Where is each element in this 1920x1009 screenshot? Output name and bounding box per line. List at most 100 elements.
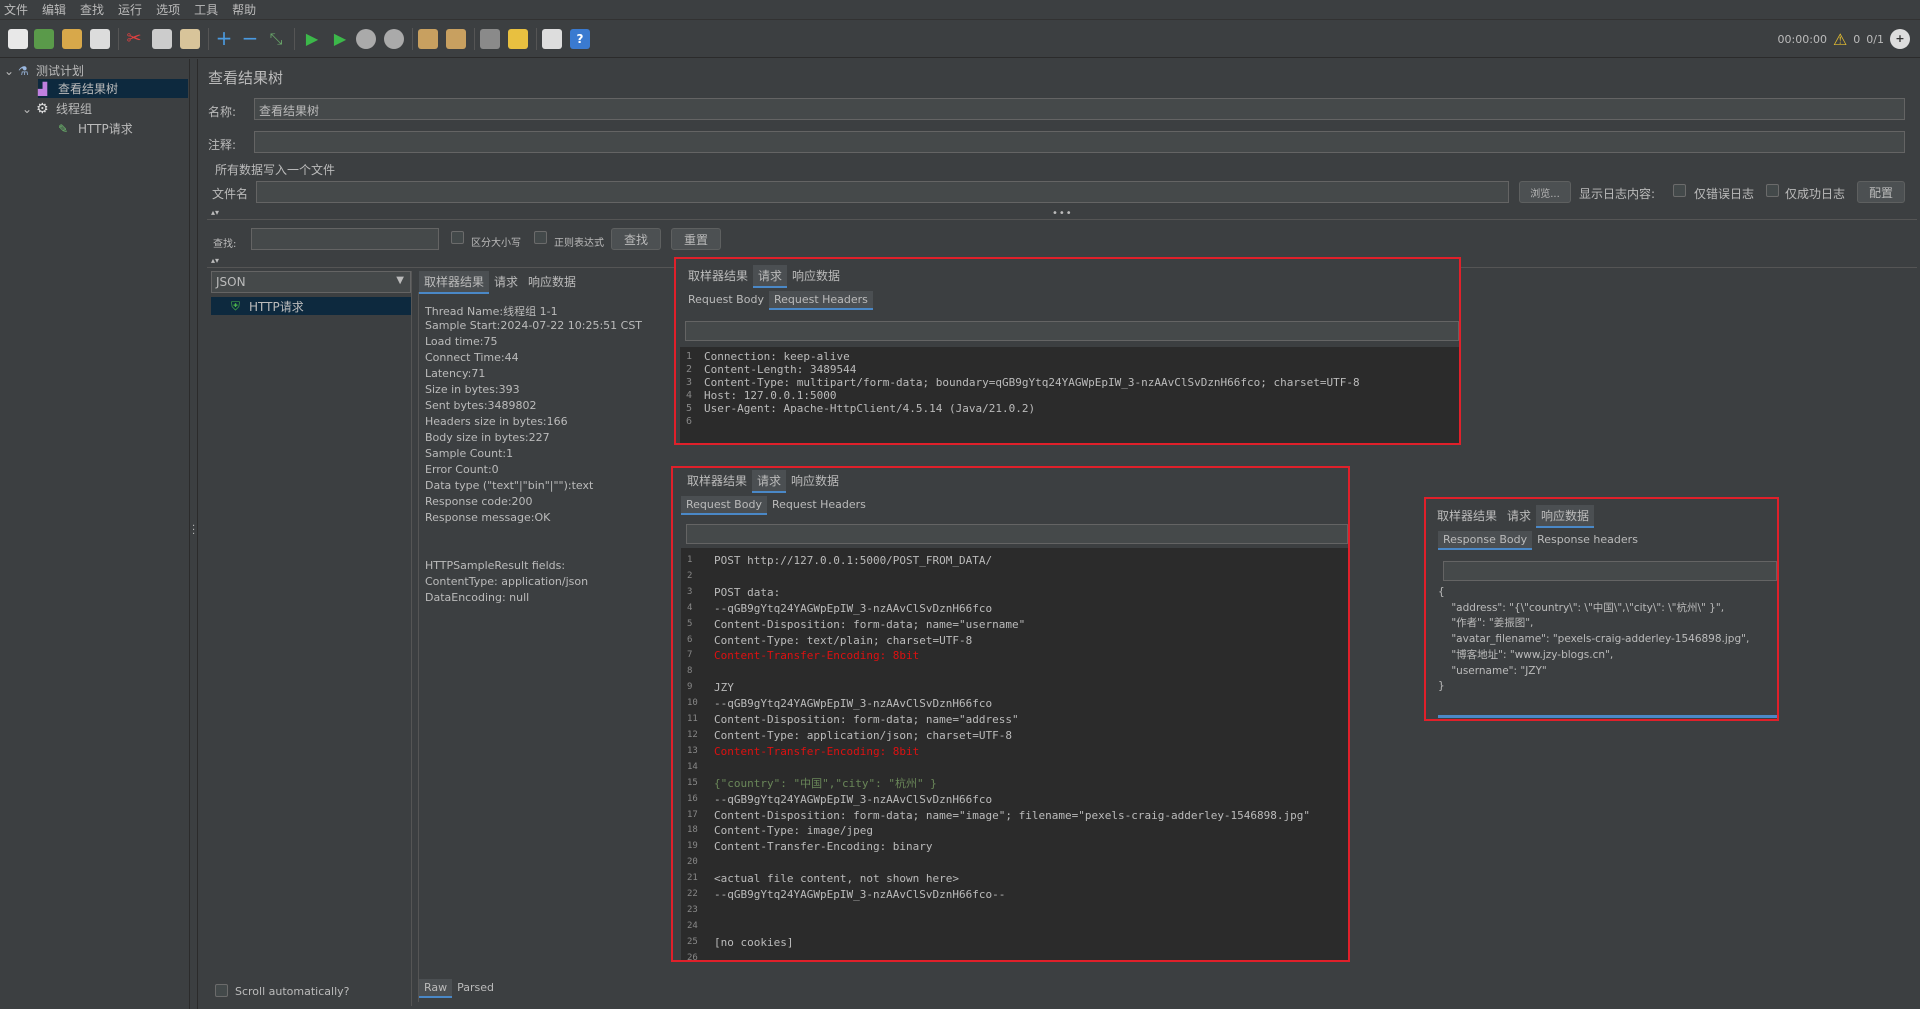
response-body[interactable]: { "address": "{\"country\": \"中国\",\"cit…	[1438, 585, 1777, 717]
tree-node-plan[interactable]: ⌄ ⚗ 测试计划	[4, 61, 84, 80]
result-label: HTTP请求	[249, 299, 304, 314]
comment-label: 注释:	[208, 138, 237, 152]
cut-icon[interactable]: ✂	[124, 29, 144, 49]
collapse-arrows-icon[interactable]: ▴▾	[211, 208, 219, 217]
result-row[interactable]: ⛨ HTTP请求	[211, 297, 411, 315]
stop-icon[interactable]	[356, 29, 376, 49]
body-editor[interactable]: 1 2 3 4 5 6 7 8 9 10 11 12 13 14 15 16 1…	[681, 548, 1348, 960]
comment-field[interactable]	[254, 131, 1905, 153]
open-icon[interactable]	[62, 29, 82, 49]
tab-sampler-result[interactable]: 取样器结果	[682, 470, 752, 493]
templates-icon[interactable]	[34, 29, 54, 49]
function-helper-icon[interactable]	[542, 29, 562, 49]
subtab-response-body[interactable]: Response Body	[1438, 531, 1533, 550]
result-tabs: 取样器结果 请求 响应数据	[419, 271, 581, 294]
subtab-request-body[interactable]: Request Body	[681, 496, 767, 515]
reset-search-icon[interactable]	[508, 29, 528, 49]
chevron-down-icon[interactable]: ⌄	[22, 102, 36, 116]
code-line: <actual file content, not shown here>	[714, 872, 960, 886]
name-field[interactable]: 查看结果树	[254, 98, 1905, 120]
tab-response[interactable]: 响应数据	[787, 265, 845, 288]
tab-response[interactable]: 响应数据	[1536, 505, 1595, 528]
tab-raw[interactable]: Raw	[419, 979, 453, 998]
collapse-arrows-icon[interactable]: ▴▾	[211, 256, 219, 265]
pen-icon: ✎	[58, 121, 69, 136]
config-button[interactable]: 配置	[1857, 181, 1905, 203]
menu-tools[interactable]: 工具	[194, 1, 218, 18]
shutdown-icon[interactable]	[384, 29, 404, 49]
tree-node-listener[interactable]: ▟ 查看结果树	[38, 79, 188, 98]
subtab-request-headers[interactable]: Request Headers	[767, 496, 871, 515]
regex-checkbox[interactable]	[534, 231, 547, 244]
menu-run[interactable]: 运行	[118, 1, 142, 18]
menu-options[interactable]: 选项	[156, 1, 180, 18]
scrollbar[interactable]	[1438, 715, 1777, 718]
case-checkbox[interactable]	[451, 231, 464, 244]
success-only-checkbox[interactable]	[1766, 184, 1779, 197]
expand-icon[interactable]: +	[214, 28, 234, 49]
tree-splitter[interactable]: · · ·	[190, 59, 198, 1009]
info-line: Headers size in bytes:166	[425, 415, 568, 428]
start-no-pause-icon[interactable]: ▶	[330, 29, 350, 49]
info-line: Sample Start:2024-07-22 10:25:51 CST	[425, 319, 643, 332]
tab-parsed[interactable]: Parsed	[452, 979, 499, 998]
split-grip[interactable]: •••	[1052, 208, 1073, 219]
headers-editor[interactable]: 1 2 3 4 5 6 Connection: keep-alive Conte…	[680, 347, 1459, 443]
paste-icon[interactable]	[180, 29, 200, 49]
remote-icon[interactable]: +	[1890, 29, 1910, 49]
menu-edit[interactable]: 编辑	[42, 1, 66, 18]
copy-icon[interactable]	[152, 29, 172, 49]
renderer-select[interactable]: JSON ▼	[211, 271, 411, 293]
menu-help[interactable]: 帮助	[232, 1, 256, 18]
reset-button[interactable]: 重置	[671, 228, 721, 250]
menu-file[interactable]: 文件	[4, 1, 28, 18]
help-icon[interactable]: ?	[570, 29, 590, 49]
toggle-icon[interactable]: ⤡	[266, 29, 286, 49]
tab-request[interactable]: 请求	[752, 470, 787, 493]
code-line: POST data:	[714, 585, 781, 599]
name-label: 名称:	[208, 105, 237, 119]
file-field[interactable]	[256, 181, 1509, 203]
response-search-field[interactable]	[1443, 561, 1777, 581]
toolbar-separator	[118, 28, 119, 50]
find-button[interactable]: 查找	[611, 228, 661, 250]
tree-node-sampler[interactable]: ✎ HTTP请求	[58, 119, 133, 138]
browse-button[interactable]: 浏览...	[1519, 181, 1571, 203]
request-headers-panel: 取样器结果 请求 响应数据 Request Body Request Heade…	[674, 257, 1461, 445]
subtab-request-body[interactable]: Request Body	[683, 291, 769, 310]
request-subtabs: Request Body Request Headers	[683, 291, 873, 310]
tree-node-thread-group[interactable]: ⌄ ⚙ 线程组	[22, 99, 92, 118]
new-icon[interactable]	[8, 29, 28, 49]
tab-request[interactable]: 请求	[753, 265, 788, 288]
search-icon[interactable]	[480, 29, 500, 49]
toolbar: ✂ + − ⤡ ▶ ▶ ?	[0, 20, 1920, 58]
tab-sampler-result[interactable]: 取样器结果	[683, 265, 753, 288]
clear-icon[interactable]	[418, 29, 438, 49]
active-threads: 0/1	[1866, 32, 1884, 46]
code-line: Connection: keep-alive	[704, 350, 850, 363]
clear-all-icon[interactable]	[446, 29, 466, 49]
request-subtabs: Request Body Request Headers	[681, 496, 871, 515]
errors-only-checkbox[interactable]	[1673, 184, 1686, 197]
menu-search[interactable]: 查找	[80, 1, 104, 18]
body-search-field[interactable]	[686, 524, 1348, 544]
collapse-icon[interactable]: −	[240, 28, 260, 49]
save-icon[interactable]	[90, 29, 110, 49]
subtab-request-headers[interactable]: Request Headers	[768, 291, 873, 310]
warning-icon[interactable]: ⚠	[1833, 30, 1847, 49]
response-line: "avatar_filename": "pexels-craig-adderle…	[1438, 633, 1750, 646]
scroll-auto-checkbox[interactable]	[215, 984, 228, 997]
tab-sampler-result[interactable]: 取样器结果	[1432, 505, 1502, 528]
search-input[interactable]	[251, 228, 439, 250]
start-icon[interactable]: ▶	[302, 29, 322, 49]
tab-request[interactable]: 请求	[1502, 505, 1536, 528]
subtab-response-headers[interactable]: Response headers	[1532, 531, 1643, 550]
tab-response[interactable]: 响应数据	[523, 271, 581, 294]
results-splitter[interactable]	[411, 271, 417, 1006]
tab-response[interactable]: 响应数据	[786, 470, 844, 493]
tab-request[interactable]: 请求	[489, 271, 523, 294]
tab-sampler-result[interactable]: 取样器结果	[419, 271, 490, 294]
body-code: POST http://127.0.0.1:5000/POST_FROM_DAT…	[714, 553, 1310, 951]
chevron-down-icon[interactable]: ⌄	[4, 64, 18, 78]
headers-search-field[interactable]	[685, 321, 1459, 341]
